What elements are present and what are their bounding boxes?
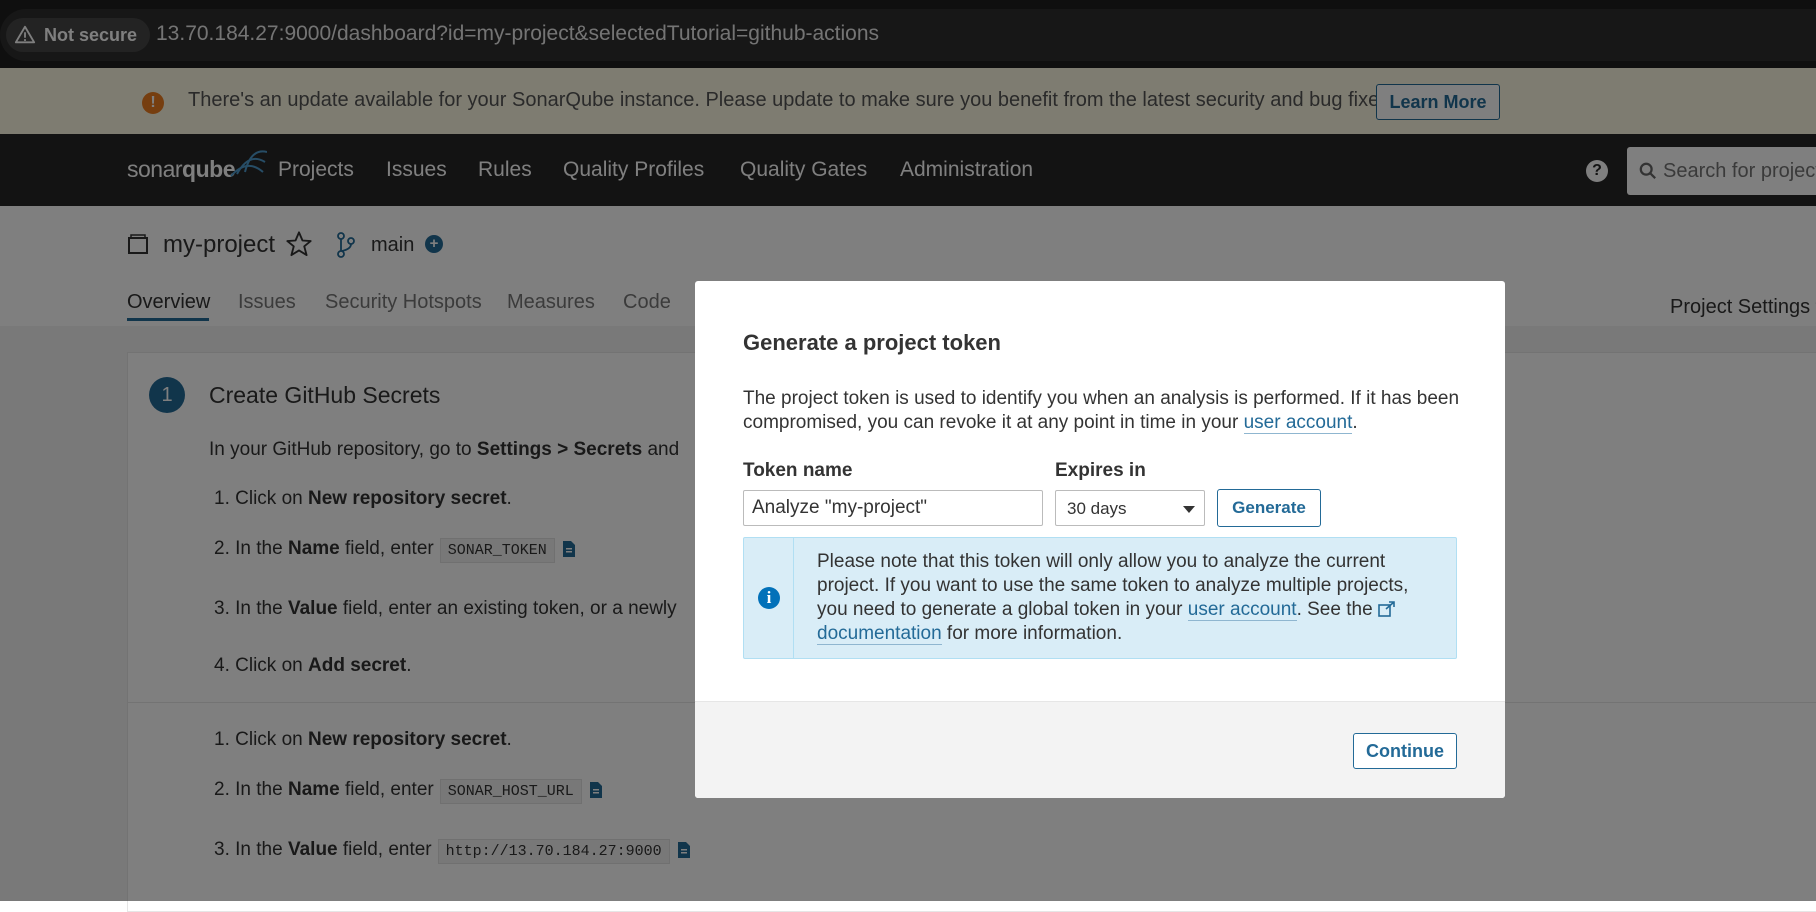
expires-in-value: 30 days <box>1067 499 1127 518</box>
modal-description: The project token is used to identify yo… <box>743 388 1460 434</box>
expires-in-select[interactable]: 30 days <box>1055 490 1205 526</box>
token-name-input[interactable] <box>743 490 1043 526</box>
info-alert: i Please note that this token will only … <box>743 537 1457 659</box>
external-link-icon <box>1378 601 1395 617</box>
info-icon: i <box>758 587 780 609</box>
documentation-link[interactable]: documentation <box>817 623 942 645</box>
modal-title: Generate a project token <box>743 330 1001 355</box>
info-icon-column: i <box>744 538 794 658</box>
token-name-label: Token name <box>743 460 853 481</box>
generate-button[interactable]: Generate <box>1217 489 1321 527</box>
info-message: Please note that this token will only al… <box>817 551 1409 645</box>
user-account-link[interactable]: user account <box>1243 412 1353 434</box>
continue-button[interactable]: Continue <box>1353 733 1457 769</box>
expires-in-label: Expires in <box>1055 460 1146 481</box>
chevron-down-icon <box>1183 506 1195 513</box>
user-account-link[interactable]: user account <box>1187 599 1297 621</box>
generate-token-modal: Generate a project token The project tok… <box>695 281 1505 798</box>
